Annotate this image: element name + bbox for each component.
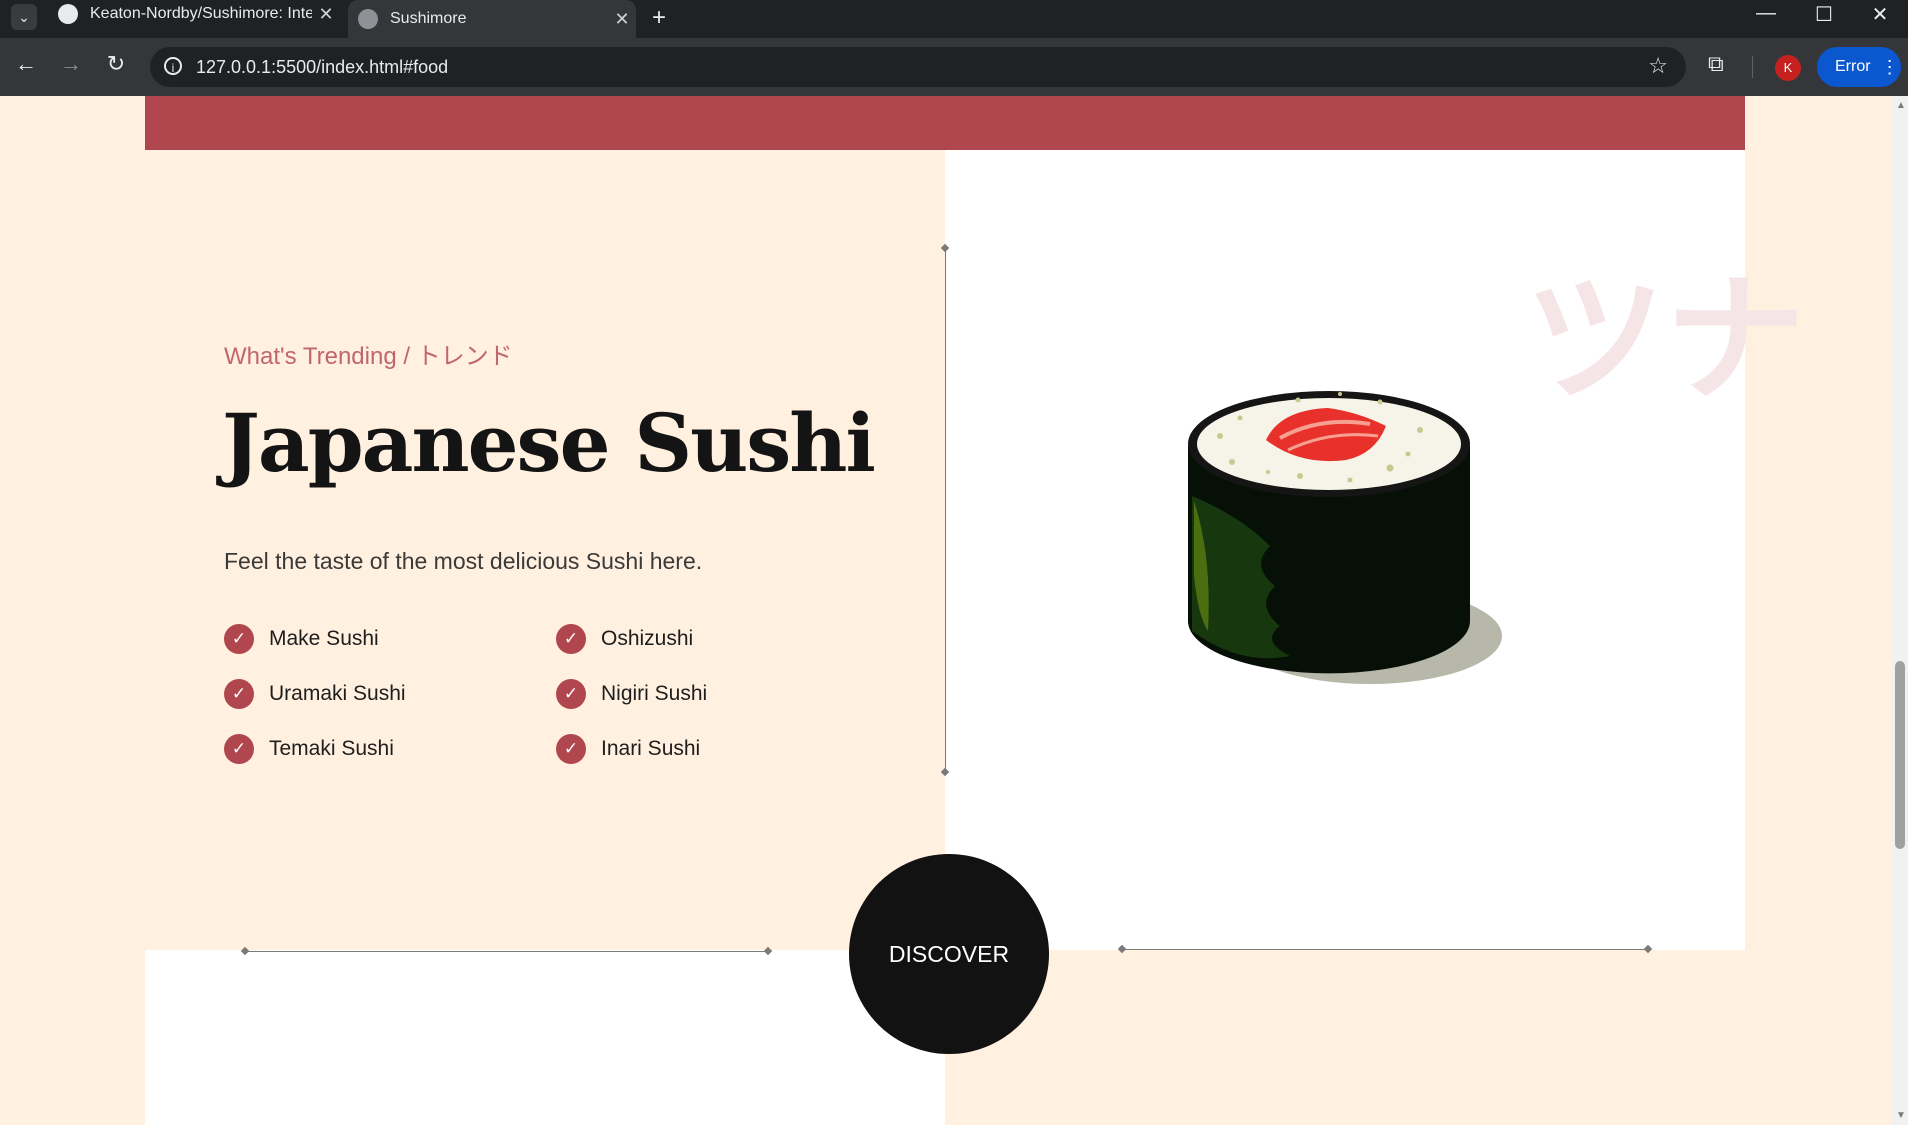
list-item: ✓ Make Sushi	[224, 624, 379, 654]
minimize-icon[interactable]: —	[1746, 2, 1786, 25]
profile-avatar[interactable]: K	[1775, 55, 1801, 81]
list-item-label: Temaki Sushi	[269, 737, 394, 760]
reload-icon[interactable]: ↻	[100, 51, 132, 77]
list-item: ✓ Inari Sushi	[556, 734, 700, 764]
address-bar[interactable]: i 127.0.0.1:5500/index.html#food ☆	[150, 47, 1686, 87]
tab-search-button[interactable]: ⌄	[11, 4, 37, 30]
vertical-divider	[945, 248, 946, 772]
discover-button[interactable]: DISCOVER	[849, 854, 1049, 1054]
horizontal-divider	[1122, 949, 1648, 950]
list-item-label: Oshizushi	[601, 627, 694, 650]
site-info-icon[interactable]: i	[164, 57, 182, 75]
error-button[interactable]: Error ⋮	[1817, 47, 1901, 87]
sushi-roll-illustration	[1188, 391, 1502, 684]
section-eyebrow: What's Trending / トレンド	[224, 343, 513, 370]
kana-watermark: ツナ	[1525, 259, 1806, 422]
section-description: Feel the taste of the most delicious Sus…	[224, 548, 703, 574]
check-icon: ✓	[224, 679, 254, 709]
check-icon: ✓	[556, 679, 586, 709]
tab-github[interactable]: Keaton-Nordby/Sushimore: Inte ✕	[50, 0, 340, 28]
list-item-label: Make Sushi	[269, 627, 379, 650]
page-title: Japanese Sushi	[222, 396, 876, 490]
list-item-label: Nigiri Sushi	[601, 682, 708, 705]
page-viewport: What's Trending / トレンド Japanese Sushi Fe…	[0, 96, 1892, 1125]
list-item: ✓ Nigiri Sushi	[556, 679, 707, 709]
more-menu-icon[interactable]: ⋮	[1881, 57, 1899, 78]
check-icon: ✓	[224, 734, 254, 764]
maximize-icon[interactable]: ☐	[1804, 2, 1844, 27]
check-icon: ✓	[556, 734, 586, 764]
list-item: ✓ Uramaki Sushi	[224, 679, 406, 709]
tab-sushimore[interactable]: Sushimore ✕	[348, 0, 636, 38]
page-scrollbar[interactable]: ▲ ▼	[1892, 96, 1908, 1125]
bookmark-star-icon[interactable]: ☆	[1648, 53, 1668, 79]
list-item-label: Uramaki Sushi	[269, 682, 406, 705]
github-icon	[58, 4, 78, 24]
tab-title: Keaton-Nordby/Sushimore: Inte	[90, 5, 312, 22]
list-item-label: Inari Sushi	[601, 737, 701, 760]
url-text[interactable]: 127.0.0.1:5500/index.html#food	[196, 57, 448, 78]
toolbar-divider	[1752, 56, 1753, 78]
forward-icon[interactable]: →	[55, 51, 87, 77]
close-window-icon[interactable]: ✕	[1860, 2, 1900, 27]
scroll-up-icon[interactable]: ▲	[1896, 100, 1906, 111]
extensions-icon[interactable]: ⧉	[1708, 51, 1724, 77]
browser-toolbar: ← → ↻ i 127.0.0.1:5500/index.html#food ☆…	[0, 38, 1908, 96]
back-icon[interactable]: ←	[10, 51, 42, 77]
error-label: Error	[1835, 58, 1871, 75]
horizontal-divider	[245, 951, 768, 952]
close-tab-icon[interactable]: ✕	[312, 4, 340, 25]
check-icon: ✓	[224, 624, 254, 654]
check-icon: ✓	[556, 624, 586, 654]
globe-icon	[358, 9, 378, 29]
scrollbar-thumb[interactable]	[1895, 661, 1905, 849]
list-item: ✓ Temaki Sushi	[224, 734, 394, 764]
close-tab-icon[interactable]: ✕	[608, 9, 636, 30]
list-item: ✓ Oshizushi	[556, 624, 693, 654]
new-tab-button[interactable]: +	[652, 4, 666, 32]
bottom-left-panel	[145, 950, 945, 1125]
tab-title: Sushimore	[390, 10, 467, 27]
tab-strip: ⌄ Keaton-Nordby/Sushimore: Inte ✕ Sushim…	[0, 0, 1908, 38]
scroll-down-icon[interactable]: ▼	[1896, 1110, 1906, 1121]
top-banner	[145, 96, 1745, 150]
